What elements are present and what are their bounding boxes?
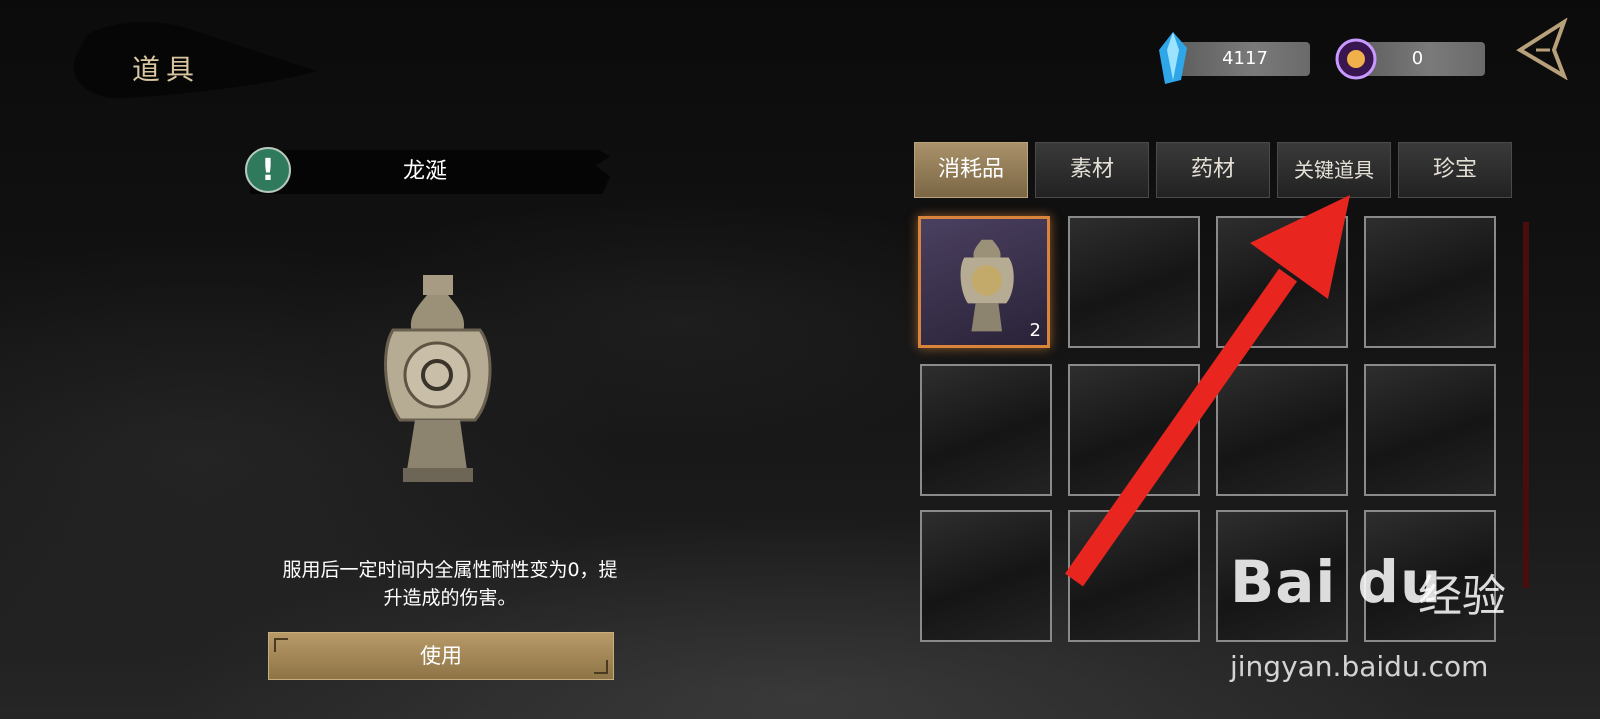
gem-currency-value: 4117 xyxy=(1222,48,1268,69)
inventory-slot[interactable] xyxy=(1216,216,1348,348)
inventory-scrollbar[interactable] xyxy=(1523,222,1529,588)
inventory-slot[interactable] xyxy=(920,364,1052,496)
tab-treasures[interactable]: 珍宝 xyxy=(1398,142,1512,198)
crystal-gem-icon xyxy=(1159,32,1187,84)
baidu-watermark-logo: Bai du xyxy=(1230,548,1443,616)
item-vase-image xyxy=(384,275,492,482)
inventory-slot[interactable] xyxy=(920,510,1052,642)
back-arrow-icon[interactable] xyxy=(1514,18,1572,80)
item-description: 服用后一定时间内全属性耐性变为0，提 升造成的伤害。 xyxy=(282,559,618,609)
inventory-slot[interactable] xyxy=(1068,216,1200,348)
tab-consumables[interactable]: 消耗品 xyxy=(914,142,1028,198)
inventory-slot[interactable] xyxy=(1216,364,1348,496)
tab-materials[interactable]: 素材 xyxy=(1035,142,1149,198)
page-title: 道具 xyxy=(132,53,201,86)
inventory-slot[interactable] xyxy=(1068,510,1200,642)
exclamation-icon[interactable]: ! xyxy=(245,147,291,193)
tab-key-items[interactable]: 关键道具 xyxy=(1277,142,1391,198)
tab-herbs[interactable]: 药材 xyxy=(1156,142,1270,198)
inventory-slot[interactable]: 2 xyxy=(918,216,1050,348)
use-button[interactable]: 使用 xyxy=(268,632,614,680)
inventory-slot[interactable] xyxy=(1364,364,1496,496)
inventory-slot[interactable] xyxy=(1364,216,1496,348)
item-name: 龙涎 xyxy=(402,159,447,184)
inventory-slot[interactable] xyxy=(1068,364,1200,496)
item-count: 2 xyxy=(1029,320,1041,341)
vase-thumbnail-icon xyxy=(960,239,1014,332)
orb-currency-value: 0 xyxy=(1411,48,1424,69)
baidu-watermark-text: 经验 xyxy=(1418,571,1506,622)
baidu-watermark-url: jingyan.baidu.com xyxy=(1230,650,1489,683)
